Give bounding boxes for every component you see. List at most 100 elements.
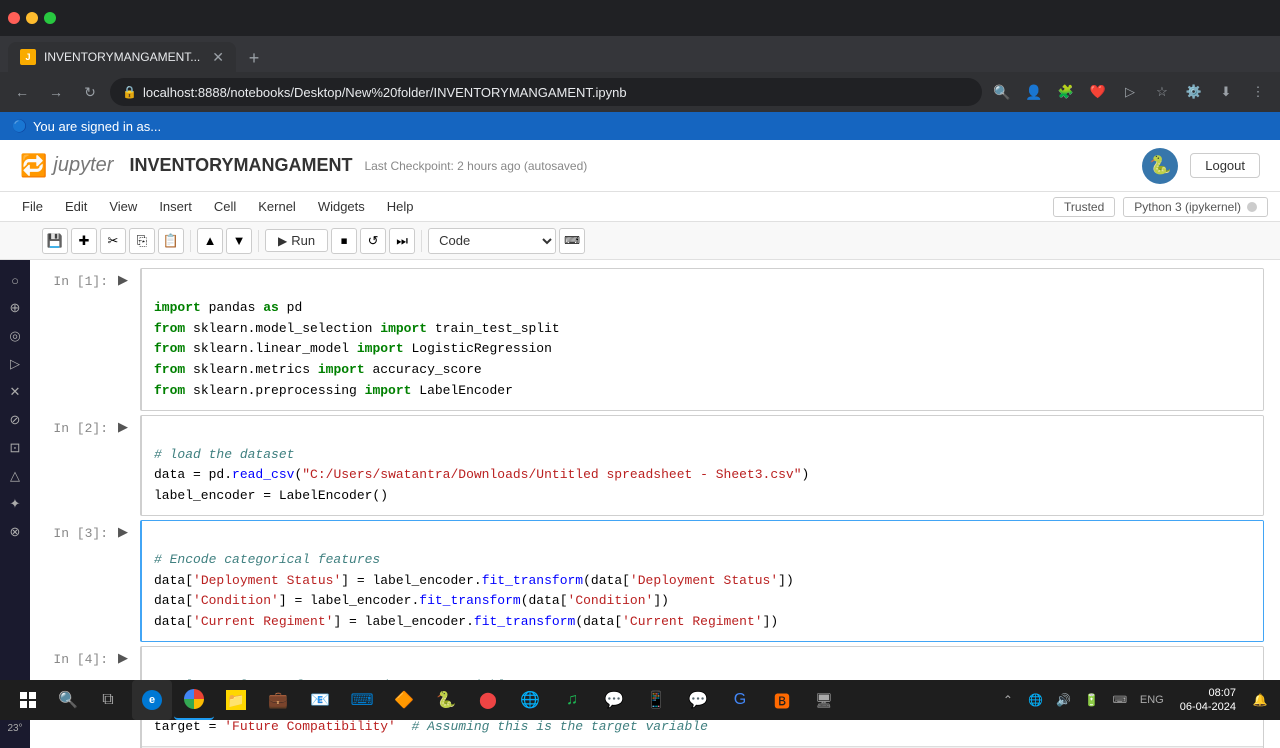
cell-3-run-btn[interactable]: ▶	[118, 520, 136, 642]
sidebar-icon-1[interactable]: ○	[3, 268, 27, 292]
sidebar-icon-7[interactable]: ⊡	[3, 436, 27, 460]
restart-run-button[interactable]: ⏭	[389, 228, 415, 254]
forward-button[interactable]: →	[42, 78, 70, 106]
cell-2: In [2]: ▶ # load the dataset data = pd.r…	[30, 415, 1280, 516]
taskbar-item-2[interactable]: 🐍	[426, 680, 466, 720]
window-control-close[interactable]	[8, 12, 20, 24]
add-cell-button[interactable]: ✚	[71, 228, 97, 254]
cell-3: In [3]: ▶ # Encode categorical features …	[30, 520, 1280, 642]
menu-widgets[interactable]: Widgets	[308, 196, 375, 217]
cell-3-content[interactable]: # Encode categorical features data['Depl…	[140, 520, 1264, 642]
menu-edit[interactable]: Edit	[55, 196, 97, 217]
menu-cell[interactable]: Cell	[204, 196, 246, 217]
menu-file[interactable]: File	[12, 196, 53, 217]
notebook-title[interactable]: INVENTORYMANGAMENT	[129, 155, 352, 176]
menu-kernel[interactable]: Kernel	[248, 196, 306, 217]
taskbar-item-10[interactable]: 🅱	[762, 680, 802, 720]
move-down-button[interactable]: ▼	[226, 228, 252, 254]
cut-cell-button[interactable]: ✂	[100, 228, 126, 254]
browser-tab-jupyter[interactable]: J INVENTORYMANGAMENT... ✕	[8, 42, 236, 72]
tray-up-arrow[interactable]: ⌃	[996, 688, 1020, 712]
move-up-button[interactable]: ▲	[197, 228, 223, 254]
keyboard-shortcut-button[interactable]: ⌨	[559, 228, 585, 254]
cell-2-run-btn[interactable]: ▶	[118, 415, 136, 516]
taskbar-item-11[interactable]: 🖥	[804, 680, 844, 720]
paste-cell-button[interactable]: 📋	[158, 228, 184, 254]
restart-button[interactable]: ↺	[360, 228, 386, 254]
sidebar-icon-8[interactable]: △	[3, 464, 27, 488]
taskbar-explorer[interactable]: 📁	[216, 680, 256, 720]
cell-2-content[interactable]: # load the dataset data = pd.read_csv("C…	[140, 415, 1264, 516]
more-icon[interactable]: ⋮	[1244, 78, 1272, 106]
star-icon[interactable]: ☆	[1148, 78, 1176, 106]
cell-1-number: In [1]:	[30, 268, 118, 411]
taskbar-item-7[interactable]: 📱	[636, 680, 676, 720]
tray-battery[interactable]: 🔋	[1080, 688, 1104, 712]
tab-label: INVENTORYMANGAMENT...	[44, 50, 200, 64]
copy-cell-button[interactable]: ⎘	[129, 228, 155, 254]
notification-text: You are signed in as...	[33, 119, 161, 134]
settings-icon[interactable]: ⚙️	[1180, 78, 1208, 106]
run-icon: ▶	[278, 234, 287, 248]
search-taskbar-btn[interactable]: 🔍	[48, 680, 88, 720]
sidebar-icon-10[interactable]: ⊗	[3, 520, 27, 544]
taskbar-item-9[interactable]: G	[720, 680, 760, 720]
extensions-icon[interactable]: 🧩	[1052, 78, 1080, 106]
sidebar-icon-4[interactable]: ▷	[3, 352, 27, 376]
taskbar-item-8[interactable]: 💬	[678, 680, 718, 720]
kernel-info[interactable]: Python 3 (ipykernel)	[1123, 197, 1268, 217]
tray-sound[interactable]: 🔊	[1052, 688, 1076, 712]
taskbar-item-1[interactable]: 🔶	[384, 680, 424, 720]
cell-1-run-btn[interactable]: ▶	[118, 268, 136, 411]
jupyter-logo: 🔁 jupyter	[20, 153, 113, 179]
sidebar-icon-6[interactable]: ⊘	[3, 408, 27, 432]
taskbar-keyboard-icon[interactable]: ⌨	[1108, 688, 1132, 712]
checkpoint-info: Last Checkpoint: 2 hours ago (autosaved)	[364, 159, 587, 173]
save-button[interactable]: 💾	[42, 228, 68, 254]
profile-icon[interactable]: 👤	[1020, 78, 1048, 106]
menu-insert[interactable]: Insert	[149, 196, 202, 217]
tab-close-icon[interactable]: ✕	[212, 49, 224, 66]
menu-help[interactable]: Help	[377, 196, 424, 217]
address-bar[interactable]: 🔒 localhost:8888/notebooks/Desktop/New%2…	[110, 78, 982, 106]
tab-favicon: J	[20, 49, 36, 65]
cell-type-select[interactable]: Code Markdown Raw NBConvert	[428, 228, 556, 254]
taskbar-item-6[interactable]: 💬	[594, 680, 634, 720]
taskbar-item-4[interactable]: 🌐	[510, 680, 550, 720]
bookmark-icon[interactable]: ❤️	[1084, 78, 1112, 106]
sidebar-icon-9[interactable]: ✦	[3, 492, 27, 516]
window-control-minimize[interactable]	[26, 12, 38, 24]
sidebar-icon-3[interactable]: ◎	[3, 324, 27, 348]
cell-1: In [1]: ▶ import pandas as pd from sklea…	[30, 268, 1280, 411]
taskbar-lang[interactable]: ENG	[1136, 694, 1168, 706]
play-icon[interactable]: ▷	[1116, 78, 1144, 106]
search-icon[interactable]: 🔍	[988, 78, 1016, 106]
menu-view[interactable]: View	[99, 196, 147, 217]
reload-button[interactable]: ↻	[76, 78, 104, 106]
tray-network[interactable]: 🌐	[1024, 688, 1048, 712]
new-tab-button[interactable]: +	[240, 44, 268, 72]
cell-1-content[interactable]: import pandas as pd from sklearn.model_s…	[140, 268, 1264, 411]
taskbar-apps[interactable]: 💼	[258, 680, 298, 720]
window-control-maximize[interactable]	[44, 12, 56, 24]
trusted-button[interactable]: Trusted	[1053, 197, 1115, 217]
taskbar-vscode[interactable]: ⌨	[342, 680, 382, 720]
taskbar-notification-icon[interactable]: 🔔	[1248, 688, 1272, 712]
back-button[interactable]: ←	[8, 78, 36, 106]
taskbar-outlook[interactable]: 📧	[300, 680, 340, 720]
jupyter-header: 🔁 jupyter INVENTORYMANGAMENT Last Checkp…	[0, 140, 1280, 192]
taskbar-item-5[interactable]: ♫	[552, 680, 592, 720]
logout-button[interactable]: Logout	[1190, 153, 1260, 178]
stop-button[interactable]: ⏹	[331, 228, 357, 254]
sidebar-icon-5[interactable]: ✕	[3, 380, 27, 404]
taskbar-chrome[interactable]	[174, 680, 214, 720]
left-sidebar: ○ ⊕ ◎ ▷ ✕ ⊘ ⊡ △ ✦ ⊗ ··· 23°	[0, 260, 30, 748]
taskbar-item-3[interactable]: ⬤	[468, 680, 508, 720]
taskbar-edge[interactable]: e	[132, 680, 172, 720]
start-button[interactable]	[8, 680, 48, 720]
cell-2-code: # load the dataset data = pd.read_csv("C…	[142, 416, 1263, 515]
run-button[interactable]: ▶ Run	[265, 229, 328, 252]
task-view-btn[interactable]: ⧉	[88, 680, 128, 720]
sidebar-icon-2[interactable]: ⊕	[3, 296, 27, 320]
download-icon[interactable]: ⬇	[1212, 78, 1240, 106]
